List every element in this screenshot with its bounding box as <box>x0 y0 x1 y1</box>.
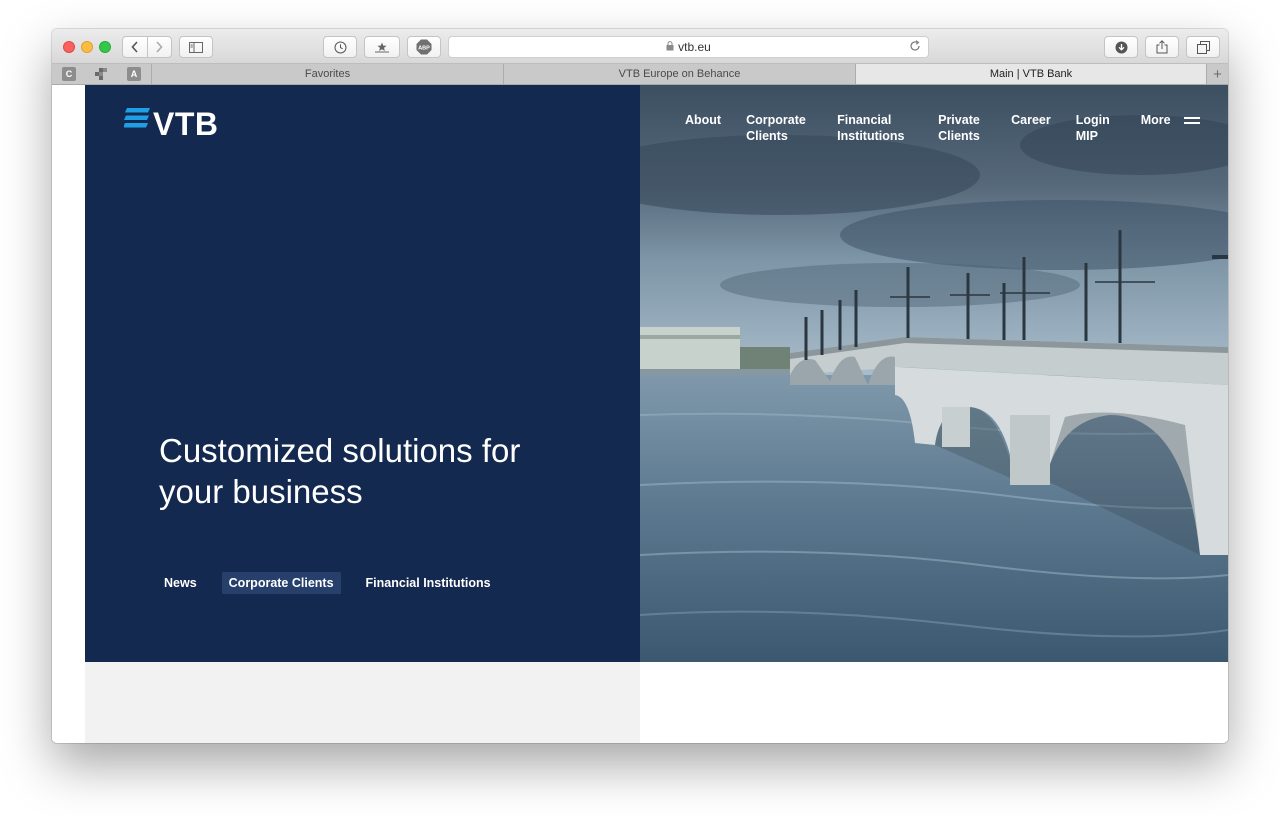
browser-toolbar: ABP vtb.eu <box>52 29 1228 64</box>
downloads-button[interactable] <box>1104 36 1138 58</box>
reload-icon[interactable] <box>909 40 921 55</box>
hero-tab-financial-institutions[interactable]: Financial Institutions <box>359 572 498 594</box>
svg-text:ABP: ABP <box>418 46 430 52</box>
sidebar-icon <box>189 41 203 53</box>
logo-wordmark: VTB <box>153 106 219 142</box>
main-navigation: About Corporate Clients Financial Instit… <box>685 112 1200 144</box>
tab-vtb-main[interactable]: Main | VTB Bank <box>855 64 1206 84</box>
nav-more[interactable]: More <box>1141 112 1171 128</box>
bridge-photo <box>640 85 1228 662</box>
nav-login-mip[interactable]: Login MIP <box>1076 112 1116 144</box>
url-text: vtb.eu <box>678 40 711 54</box>
hero-tab-corporate-clients[interactable]: Corporate Clients <box>221 572 341 594</box>
back-button[interactable] <box>123 37 147 57</box>
new-tab-button[interactable]: + <box>1206 64 1228 84</box>
abp-icon: ABP <box>416 39 432 55</box>
adblock-extension-button[interactable]: ABP <box>407 36 441 58</box>
nav-private-clients[interactable]: Private Clients <box>938 112 986 144</box>
nav-corporate-clients[interactable]: Corporate Clients <box>746 112 812 144</box>
browser-window: ABP vtb.eu C A Favorites VTB Europe on B… <box>52 29 1228 743</box>
pinned-tab-c[interactable]: C <box>62 67 76 81</box>
nav-about[interactable]: About <box>685 112 721 128</box>
hero-tab-news[interactable]: News <box>157 572 204 594</box>
chevron-left-icon <box>131 41 138 53</box>
sidebar-toggle-button[interactable] <box>179 36 213 58</box>
nav-career[interactable]: Career <box>1011 112 1051 128</box>
pinned-tab-a[interactable]: A <box>127 67 141 81</box>
vtb-logo[interactable]: VTB <box>124 107 219 141</box>
tab-label: VTB Europe on Behance <box>618 68 741 80</box>
history-button[interactable] <box>323 36 357 58</box>
share-icon <box>1156 40 1168 54</box>
tab-vtb-behance[interactable]: VTB Europe on Behance <box>503 64 855 84</box>
tabs-icon <box>1196 40 1210 54</box>
tab-favorites[interactable]: Favorites <box>151 64 503 84</box>
clock-icon <box>334 41 346 53</box>
tab-overview-button[interactable] <box>1186 36 1220 58</box>
download-icon <box>1115 41 1127 53</box>
nav-financial-institutions[interactable]: Financial Institutions <box>837 112 913 144</box>
vtb-logo-stripes-icon <box>124 108 150 128</box>
content-section-gray <box>85 662 640 743</box>
hero-headline: Customized solutions for your business <box>159 432 521 510</box>
tab-label: Main | VTB Bank <box>989 68 1073 80</box>
hero-panel: VTB Customized solutions for your busine… <box>85 85 640 662</box>
chevron-right-icon <box>156 41 163 53</box>
tab-bar: C A Favorites VTB Europe on Behance Main… <box>52 64 1228 85</box>
hero-image-panel: About Corporate Clients Financial Instit… <box>640 85 1228 662</box>
zoom-window-button[interactable] <box>99 41 111 53</box>
address-bar[interactable]: vtb.eu <box>448 36 929 58</box>
hamburger-menu-icon[interactable] <box>1183 116 1200 126</box>
pinned-site-icon <box>95 68 107 80</box>
share-button[interactable] <box>1145 36 1179 58</box>
web-page: VTB Customized solutions for your busine… <box>52 85 1228 743</box>
hero-tabs: News Corporate Clients Financial Institu… <box>157 572 516 594</box>
tab-label: Favorites <box>304 68 351 80</box>
minimize-window-button[interactable] <box>81 41 93 53</box>
close-window-button[interactable] <box>63 41 75 53</box>
history-nav-group <box>122 36 172 58</box>
forward-button[interactable] <box>146 37 172 57</box>
bookmark-button[interactable] <box>364 36 400 58</box>
star-icon <box>375 42 389 53</box>
lock-icon <box>666 40 674 54</box>
pinned-tab-behance[interactable] <box>94 67 108 81</box>
